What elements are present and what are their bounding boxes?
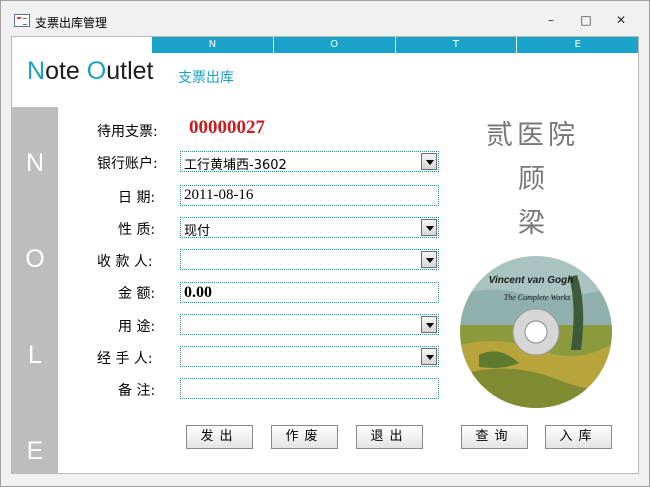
side-letter: O bbox=[25, 245, 45, 273]
remark-label: 备 注: bbox=[118, 383, 156, 399]
strip-letter: O bbox=[274, 37, 396, 53]
issue-button[interactable]: 发出 bbox=[186, 425, 253, 449]
date-field[interactable]: 2011-08-16 bbox=[180, 185, 439, 206]
cheque-label: 待用支票: bbox=[97, 124, 158, 140]
calligraphy-line-1: 贰医院 bbox=[486, 120, 579, 151]
app-window: 支票出库管理 – □ ✕ N O T E Note Outlet 支票出库 N … bbox=[0, 0, 650, 487]
date-value: 2011-08-16 bbox=[184, 187, 254, 203]
stock-in-button[interactable]: 入库 bbox=[545, 425, 612, 449]
side-letter: L bbox=[28, 341, 42, 369]
payee-select[interactable] bbox=[180, 249, 439, 270]
cheque-number: 00000027 bbox=[189, 117, 265, 138]
payee-label: 收 款 人: bbox=[97, 254, 153, 270]
side-letter: N bbox=[25, 149, 45, 177]
account-select[interactable]: 工行黄埔西-3602 bbox=[180, 151, 439, 173]
handler-select[interactable] bbox=[180, 346, 439, 367]
strip-letter: T bbox=[396, 37, 518, 53]
chevron-down-icon[interactable] bbox=[421, 153, 437, 170]
side-banner: N O L E bbox=[12, 107, 58, 473]
app-icon bbox=[14, 14, 30, 27]
cd-subtitle: The Complete Works bbox=[504, 293, 570, 302]
nature-label: 性 质: bbox=[118, 222, 156, 238]
date-label: 日 期: bbox=[118, 190, 156, 206]
chevron-down-icon[interactable] bbox=[421, 348, 437, 365]
query-button[interactable]: 查询 bbox=[461, 425, 528, 449]
amount-field[interactable]: 0.00 bbox=[180, 282, 439, 303]
nature-select[interactable]: 现付 bbox=[180, 217, 439, 239]
remark-field[interactable] bbox=[180, 378, 439, 399]
strip-letter: N bbox=[152, 37, 274, 53]
chevron-down-icon[interactable] bbox=[421, 251, 437, 268]
account-label: 银行账户: bbox=[97, 156, 158, 172]
chevron-down-icon[interactable] bbox=[421, 219, 437, 236]
nature-value: 现付 bbox=[184, 224, 211, 239]
window-title: 支票出库管理 bbox=[35, 16, 108, 30]
brand-logo: Note Outlet bbox=[27, 57, 154, 85]
purpose-label: 用 途: bbox=[118, 319, 156, 335]
handler-label: 经 手 人: bbox=[97, 351, 153, 367]
account-value: 工行黄埔西-3602 bbox=[184, 158, 287, 173]
chevron-down-icon[interactable] bbox=[421, 316, 437, 333]
page-subtitle: 支票出库 bbox=[178, 70, 234, 86]
calligraphy-line-3: 梁 bbox=[518, 208, 549, 239]
amount-label: 金 额: bbox=[118, 286, 156, 302]
close-button[interactable]: ✕ bbox=[611, 11, 631, 29]
amount-value: 0.00 bbox=[184, 284, 212, 301]
title-bar: 支票出库管理 – □ ✕ bbox=[1, 1, 649, 35]
calligraphy-line-2: 顾 bbox=[518, 164, 549, 195]
void-button[interactable]: 作废 bbox=[271, 425, 338, 449]
side-letter: E bbox=[26, 437, 44, 465]
cd-title: Vincent van Gogh bbox=[489, 275, 574, 286]
purpose-select[interactable] bbox=[180, 314, 439, 335]
header-strip: N O T E bbox=[152, 37, 638, 53]
maximize-button[interactable]: □ bbox=[576, 11, 596, 29]
cd-disc-image: Vincent van Gogh The Complete Works bbox=[460, 256, 612, 408]
minimize-button[interactable]: – bbox=[541, 11, 561, 29]
strip-letter: E bbox=[574, 39, 581, 50]
form-body: N O T E Note Outlet 支票出库 N O L E 待用支票: 0… bbox=[11, 36, 639, 474]
exit-button[interactable]: 退出 bbox=[356, 425, 423, 449]
